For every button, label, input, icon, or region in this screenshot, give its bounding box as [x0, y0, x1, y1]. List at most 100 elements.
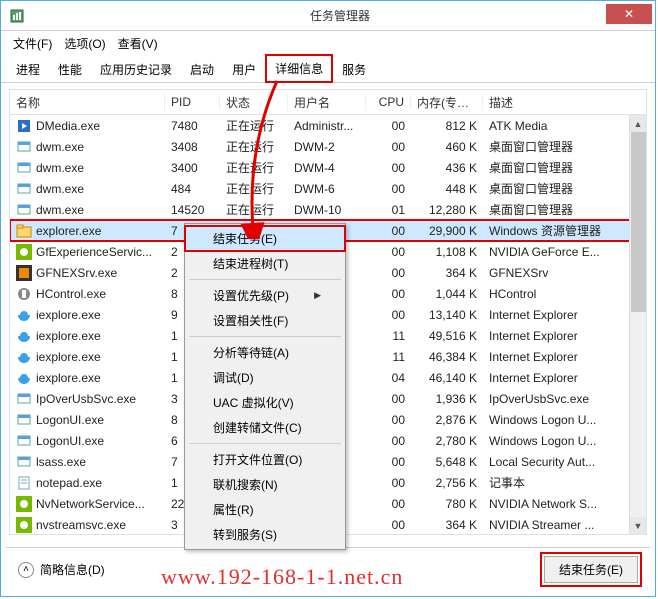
cell-status: 正在运行 — [220, 138, 288, 155]
tab-startup[interactable]: 启动 — [181, 56, 223, 82]
cell-desc: ATK Media — [483, 119, 623, 133]
cell-cpu: 00 — [366, 392, 411, 406]
cell-cpu: 11 — [366, 329, 411, 343]
cell-mem: 1,108 K — [411, 245, 483, 259]
fewer-details[interactable]: ˄ 简略信息(D) — [18, 561, 105, 578]
cm-debug[interactable]: 调试(D) — [185, 365, 345, 390]
process-icon — [16, 412, 32, 428]
cell-desc: GFNEXSrv — [483, 266, 623, 280]
cell-cpu: 11 — [366, 350, 411, 364]
process-name: GfExperienceServic... — [36, 245, 152, 259]
process-icon — [16, 496, 32, 512]
cell-user: DWM-2 — [288, 140, 366, 154]
cell-desc: NVIDIA Streamer ... — [483, 518, 623, 532]
table-row[interactable]: DMedia.exe7480正在运行Administr...00812 KATK… — [10, 115, 646, 136]
cell-status: 正在运行 — [220, 117, 288, 134]
cell-mem: 460 K — [411, 140, 483, 154]
cell-mem: 2,756 K — [411, 476, 483, 490]
process-name: dwm.exe — [36, 203, 84, 217]
col-desc[interactable]: 描述 — [483, 94, 623, 111]
cm-end-task[interactable]: 结束任务(E) — [185, 226, 345, 251]
col-user[interactable]: 用户名 — [288, 94, 366, 111]
tab-apphistory[interactable]: 应用历史记录 — [91, 56, 181, 82]
cm-sep — [189, 279, 341, 280]
process-icon — [16, 118, 32, 134]
scrollbar[interactable]: ▲ ▼ — [629, 115, 646, 534]
table-row[interactable]: dwm.exe14520正在运行DWM-100112,280 K桌面窗口管理器 — [10, 199, 646, 220]
cell-mem: 49,516 K — [411, 329, 483, 343]
cm-end-tree[interactable]: 结束进程树(T) — [185, 251, 345, 276]
cell-cpu: 00 — [366, 119, 411, 133]
tab-services[interactable]: 服务 — [333, 56, 375, 82]
chevron-right-icon: ▶ — [314, 290, 321, 301]
menu-options[interactable]: 选项(O) — [60, 33, 109, 54]
cell-mem: 46,384 K — [411, 350, 483, 364]
process-icon — [16, 475, 32, 491]
process-icon — [16, 349, 32, 365]
cell-mem: 5,648 K — [411, 455, 483, 469]
menu-view[interactable]: 查看(V) — [114, 33, 162, 54]
process-name: dwm.exe — [36, 182, 84, 196]
cell-mem: 29,900 K — [411, 224, 483, 238]
cell-desc: Windows Logon U... — [483, 413, 623, 427]
process-icon — [16, 160, 32, 176]
tab-performance[interactable]: 性能 — [49, 56, 91, 82]
process-name: explorer.exe — [36, 224, 101, 238]
cell-desc: Windows Logon U... — [483, 434, 623, 448]
scroll-thumb[interactable] — [631, 132, 646, 312]
cell-status: 正在运行 — [220, 159, 288, 176]
cm-sep — [189, 443, 341, 444]
cm-create-dump[interactable]: 创建转储文件(C) — [185, 415, 345, 440]
cm-uac[interactable]: UAC 虚拟化(V) — [185, 390, 345, 415]
menu-file[interactable]: 文件(F) — [9, 33, 56, 54]
cell-desc: Windows 资源管理器 — [483, 222, 623, 239]
cell-mem: 2,780 K — [411, 434, 483, 448]
col-status[interactable]: 状态 — [220, 94, 288, 111]
menubar: 文件(F) 选项(O) 查看(V) — [1, 31, 655, 55]
process-icon — [16, 265, 32, 281]
table-row[interactable]: dwm.exe484正在运行DWM-600448 K桌面窗口管理器 — [10, 178, 646, 199]
process-name: nvstreamsvc.exe — [36, 518, 126, 532]
table-row[interactable]: dwm.exe3408正在运行DWM-200460 K桌面窗口管理器 — [10, 136, 646, 157]
tab-processes[interactable]: 进程 — [7, 56, 49, 82]
cm-set-affinity[interactable]: 设置相关性(F) — [185, 308, 345, 333]
cm-analyze-wait[interactable]: 分析等待链(A) — [185, 340, 345, 365]
cell-cpu: 00 — [366, 182, 411, 196]
cm-search-online[interactable]: 联机搜索(N) — [185, 472, 345, 497]
cell-status: 正在运行 — [220, 201, 288, 218]
close-button[interactable]: ✕ — [606, 4, 652, 24]
col-mem[interactable]: 内存(专用... — [411, 94, 483, 111]
end-task-button[interactable]: 结束任务(E) — [544, 556, 638, 583]
cm-set-priority[interactable]: 设置优先级(P)▶ — [185, 283, 345, 308]
process-name: dwm.exe — [36, 161, 84, 175]
table-row[interactable]: dwm.exe3400正在运行DWM-400436 K桌面窗口管理器 — [10, 157, 646, 178]
cell-mem: 1,936 K — [411, 392, 483, 406]
tabbar: 进程 性能 应用历史记录 启动 用户 详细信息 服务 — [1, 55, 655, 83]
col-pid[interactable]: PID — [165, 95, 220, 109]
process-name: DMedia.exe — [36, 119, 100, 133]
col-cpu[interactable]: CPU — [366, 95, 411, 109]
scroll-down-icon[interactable]: ▼ — [630, 517, 646, 534]
tab-details[interactable]: 详细信息 — [265, 54, 333, 83]
cell-mem: 812 K — [411, 119, 483, 133]
col-name[interactable]: 名称 — [10, 94, 165, 111]
tab-users[interactable]: 用户 — [223, 56, 265, 82]
cm-open-location[interactable]: 打开文件位置(O) — [185, 447, 345, 472]
cell-cpu: 00 — [366, 455, 411, 469]
scroll-up-icon[interactable]: ▲ — [630, 115, 646, 132]
cm-goto-service[interactable]: 转到服务(S) — [185, 522, 345, 547]
cell-status: 正在运行 — [220, 180, 288, 197]
process-name: NvNetworkService... — [36, 497, 145, 511]
process-name: LogonUI.exe — [36, 413, 104, 427]
cell-user: DWM-4 — [288, 161, 366, 175]
column-headers[interactable]: 名称 PID 状态 用户名 CPU 内存(专用... 描述 — [9, 89, 647, 115]
process-name: iexplore.exe — [36, 350, 101, 364]
cell-desc: IpOverUsbSvc.exe — [483, 392, 623, 406]
cell-mem: 46,140 K — [411, 371, 483, 385]
cm-properties[interactable]: 属性(R) — [185, 497, 345, 522]
cell-desc: 桌面窗口管理器 — [483, 180, 623, 197]
cell-cpu: 00 — [366, 434, 411, 448]
cell-cpu: 00 — [366, 266, 411, 280]
titlebar: 任务管理器 ✕ — [1, 1, 655, 31]
cm-sep — [189, 336, 341, 337]
